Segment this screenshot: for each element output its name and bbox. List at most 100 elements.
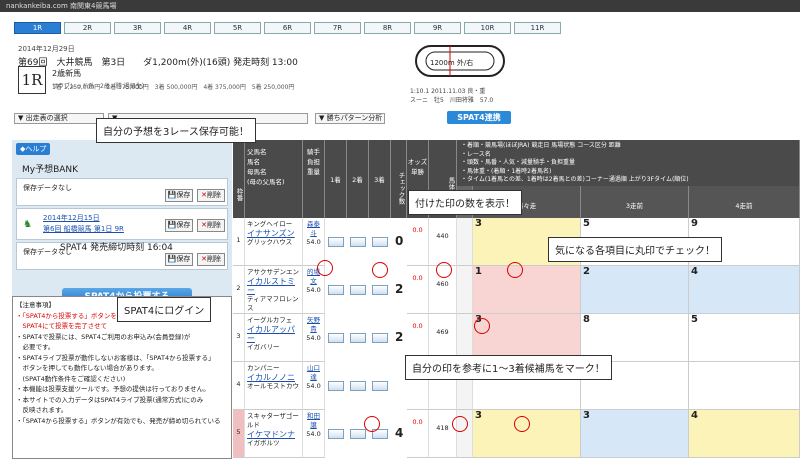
row-sire: アサクサデンエン: [247, 268, 299, 276]
row-past-race-3[interactable]: 4: [689, 410, 800, 458]
row-jockey-name[interactable]: 森泰斗: [304, 220, 323, 238]
save-button-3[interactable]: 💾保存: [165, 253, 193, 266]
tab-race-10[interactable]: 10R: [464, 22, 511, 34]
mark-checkbox-1[interactable]: [328, 285, 344, 295]
tab-race-6[interactable]: 6R: [264, 22, 311, 34]
race-class-label: 2歳新馬: [52, 69, 82, 78]
mark-checkbox-2[interactable]: [350, 237, 366, 247]
check-circle-icon[interactable]: [452, 416, 468, 432]
past-race-position: 3: [475, 218, 482, 229]
row-past-race-3[interactable]: [689, 362, 800, 410]
delete-button-1[interactable]: ✕削除: [197, 189, 225, 202]
tab-race-7[interactable]: 7R: [314, 22, 361, 34]
mark-checkbox-2[interactable]: [350, 429, 366, 439]
row-past-race-1[interactable]: 1: [473, 266, 581, 314]
tab-race-1[interactable]: 1R: [14, 22, 61, 34]
row-past-race-3[interactable]: 5: [689, 314, 800, 362]
mark-checkbox-1[interactable]: [328, 333, 344, 343]
tab-race-11[interactable]: 11R: [514, 22, 561, 34]
check-circle-icon[interactable]: [514, 416, 530, 432]
delete-label-3: 削除: [206, 255, 221, 263]
row-gap: [457, 218, 473, 266]
mark-checkbox-3[interactable]: [372, 237, 388, 247]
notes-line-7: (SPAT4動作条件をご確認ください): [16, 374, 126, 383]
mark-checkbox-3[interactable]: [372, 381, 388, 391]
row-horse-name[interactable]: イカルアッパー: [247, 325, 300, 343]
row-past-race-2[interactable]: 2: [581, 266, 689, 314]
tab-race-4[interactable]: 4R: [164, 22, 211, 34]
notes-line-11: ・「SPAT4から投票する」ボタンが有効でも、発売が締め切られている: [16, 416, 221, 425]
delete-label-2: 削除: [206, 221, 221, 229]
help-button[interactable]: ◆ヘルプ: [16, 143, 51, 155]
row-jockey-name[interactable]: 山口達: [304, 364, 323, 382]
row-horse-name[interactable]: イカルストミー: [247, 277, 300, 295]
tab-race-3[interactable]: 3R: [114, 22, 161, 34]
row-horse-name[interactable]: イケマドンナ: [247, 430, 300, 439]
course-record-line1: 1:10.1 2011.11.03 良・重: [410, 88, 486, 95]
spat4-deadline: SPAT4 発売締切時刻 16:04: [60, 243, 173, 253]
tab-race-9[interactable]: 9R: [414, 22, 461, 34]
mark-checkbox-1[interactable]: [328, 429, 344, 439]
slot-2-link[interactable]: 2014年12月15日: [43, 213, 100, 223]
tab-race-2[interactable]: 2R: [64, 22, 111, 34]
row-jockey: 和田譲 54.0: [303, 410, 325, 458]
slot-2-sub[interactable]: 第6回 船橋競馬 第1日 9R: [43, 224, 124, 234]
bank-slot-2: ♞ 2014年12月15日 第6回 船橋競馬 第1日 9R 💾保存 ✕削除: [16, 208, 228, 240]
past-race-position: 5: [691, 314, 698, 325]
row-odds-value: 0.0: [412, 322, 423, 330]
callout-save: 自分の予想を3レース保存可能！: [96, 118, 256, 143]
delete-button-3[interactable]: ✕削除: [197, 253, 225, 266]
header-mark-1: 1着: [325, 140, 347, 218]
tab-race-5[interactable]: 5R: [214, 22, 261, 34]
bank-slot-1: 保存データなし 💾保存 ✕削除: [16, 178, 228, 206]
row-past-race-2[interactable]: 3: [581, 410, 689, 458]
row-odds: 0.0: [407, 410, 429, 458]
check-circle-icon[interactable]: [507, 262, 523, 278]
row-odds-value: 0.0: [412, 274, 423, 282]
mark-checkbox-1[interactable]: [328, 381, 344, 391]
mark-checkbox-2[interactable]: [350, 381, 366, 391]
spat4-link-button[interactable]: SPAT4連携: [447, 111, 511, 124]
select-win-pattern[interactable]: ▼ 勝ちパターン分析: [315, 113, 385, 124]
save-button-2[interactable]: 💾保存: [165, 219, 193, 232]
row-jockey-name[interactable]: 和田譲: [304, 412, 323, 430]
select-entry[interactable]: ▼ 出走表の選択: [14, 113, 104, 124]
row-jockey: 山口達 54.0: [303, 362, 325, 410]
header-prev2: 3走前: [581, 186, 689, 218]
check-circle-icon[interactable]: [436, 262, 452, 278]
mark-checkbox-2[interactable]: [350, 285, 366, 295]
check-circle-icon[interactable]: [474, 318, 490, 334]
mark-checkbox-3[interactable]: [372, 333, 388, 343]
row-past-race-3[interactable]: 4: [689, 266, 800, 314]
notes-line-10: 反映されます。: [16, 406, 68, 414]
race-date: 2014年12月29日: [18, 45, 75, 53]
mark-checkbox-1[interactable]: [328, 237, 344, 247]
row-sire: カンパニー: [247, 364, 280, 372]
callout-login: SPAT4にログイン: [117, 297, 212, 322]
row-horse: キングヘイロー イナサンズン グリックハウス: [245, 218, 303, 266]
row-horse-name[interactable]: イナサンズン: [247, 229, 300, 238]
check-circle-icon[interactable]: [372, 262, 388, 278]
race-prize: 1着 1,250,000円 2着 375,000円 3着 500,000円 4着…: [52, 84, 295, 91]
race-number: 1R: [18, 66, 46, 94]
row-waku: 4: [233, 362, 245, 410]
save-button-1[interactable]: 💾保存: [165, 189, 193, 202]
header-check-count: チェック数: [391, 140, 407, 218]
save-label-2: 保存: [176, 221, 191, 229]
past-race-position: 1: [475, 266, 482, 277]
tab-race-8[interactable]: 8R: [364, 22, 411, 34]
row-jockey-name[interactable]: 矢野貴: [304, 316, 323, 334]
row-check-count: 2: [395, 330, 404, 344]
check-circle-icon[interactable]: [364, 416, 380, 432]
row-dam: グリックハウス: [247, 238, 293, 246]
delete-button-2[interactable]: ✕削除: [197, 219, 225, 232]
header-horse: 父馬名 馬名 母馬名 (母の父馬名): [245, 140, 303, 218]
row-horse: スキャターザゴールド イケマドンナ イガボルツ: [245, 410, 303, 458]
check-circle-icon[interactable]: [317, 260, 333, 276]
row-horse-name[interactable]: イカルノノニ: [247, 373, 300, 382]
mark-checkbox-2[interactable]: [350, 333, 366, 343]
mark-checkbox-3[interactable]: [372, 285, 388, 295]
header-mark-2: 2着: [347, 140, 369, 218]
header-info: ・着順・競馬場(ほぼJRA) 競走日 馬場状態 コース区分 距離 ・レース名 ・…: [457, 140, 800, 186]
past-race-position: 4: [691, 410, 698, 421]
